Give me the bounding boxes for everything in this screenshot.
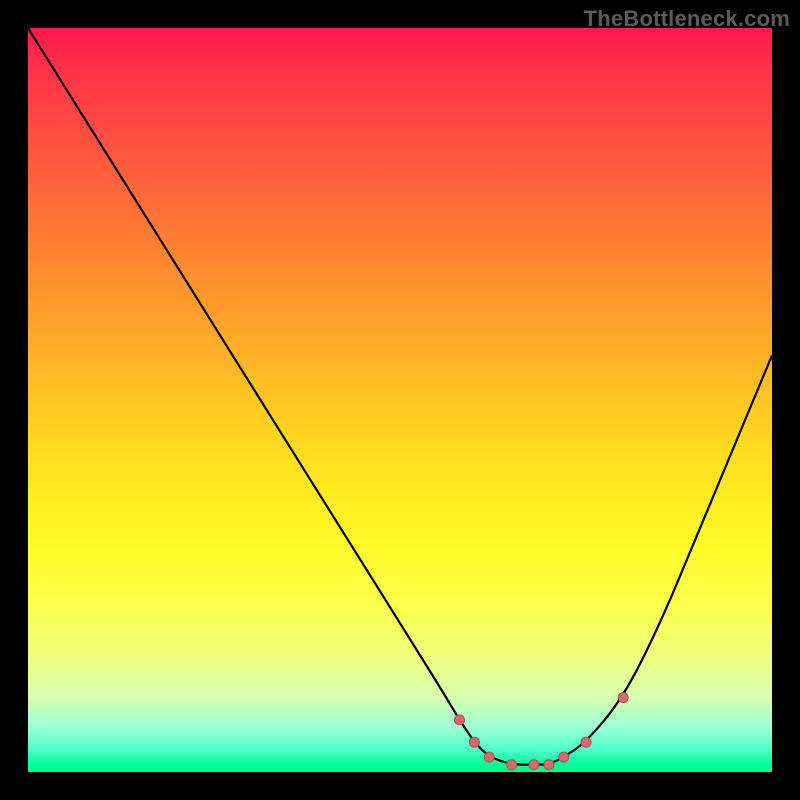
curve-marker	[484, 752, 494, 762]
curve-marker	[507, 760, 517, 770]
curve-marker	[618, 693, 628, 703]
curve-marker	[581, 737, 591, 747]
curve-marker	[455, 715, 465, 725]
curve-marker	[544, 760, 554, 770]
curve-marker	[469, 737, 479, 747]
curve-marker	[529, 760, 539, 770]
bottleneck-curve	[28, 28, 772, 765]
chart-overlay-svg	[28, 28, 772, 772]
watermark-text: TheBottleneck.com	[584, 6, 790, 32]
curve-marker	[559, 752, 569, 762]
chart-frame: TheBottleneck.com	[0, 0, 800, 800]
curve-markers	[455, 693, 629, 770]
